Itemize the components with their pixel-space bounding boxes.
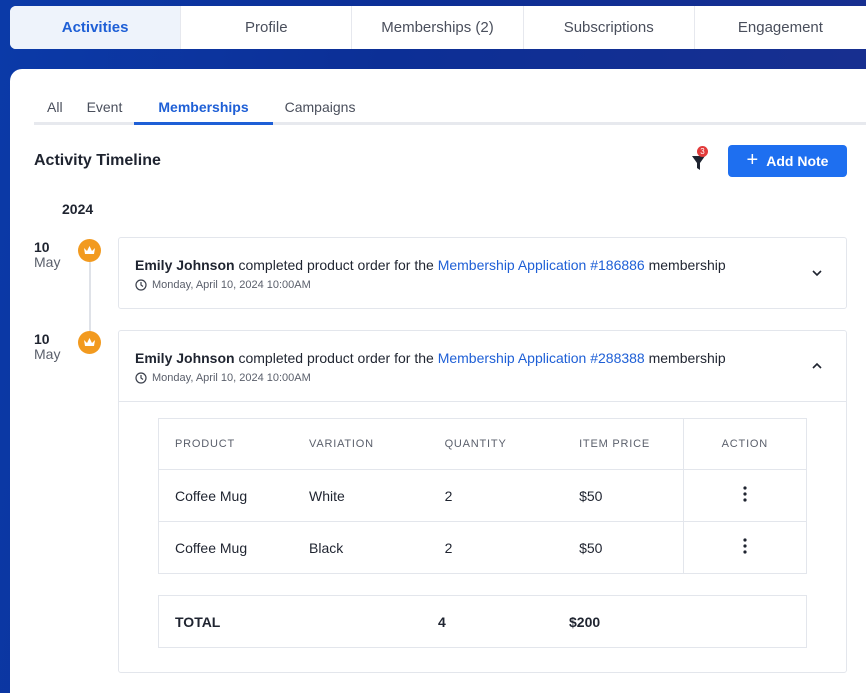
activity-description: Emily Johnson completed product order fo… [135,257,726,273]
plus-icon: + [746,149,759,171]
activity-timestamp: Monday, April 10, 2024 10:00AM [135,372,311,384]
column-header-quantity: QUANTITY [428,418,564,470]
total-price: $200 [569,614,601,630]
cell-action [682,521,807,574]
cell-quantity: 2 [444,539,453,556]
cell-variation: Black [309,539,344,556]
order-table: PRODUCT VARIATION QUANTITY ITEM PRICE AC… [158,418,807,574]
activity-action: completed product order for the [234,257,438,273]
tab-memberships[interactable]: Memberships (2) [352,6,524,49]
timeline-connector [89,262,91,334]
timestamp-text: Monday, April 10, 2024 10:00AM [152,279,311,291]
more-vertical-icon[interactable] [737,537,753,555]
activity-user: Emily Johnson [135,257,235,273]
table-header-row: PRODUCT VARIATION QUANTITY ITEM PRICE AC… [158,418,807,470]
order-total-row: TOTAL 4 $200 [158,595,807,648]
tab-activities[interactable]: Activities [10,6,182,49]
activity-item: Emily Johnson completed product order fo… [118,237,847,309]
subtab-all[interactable]: All [34,95,75,125]
activity-timestamp: Monday, April 10, 2024 10:00AM [135,279,311,291]
cell-price: $50 [579,539,603,556]
cell-variation: White [293,469,429,522]
activity-date: 10 May [34,240,60,270]
activity-item-expanded: Emily Johnson completed product order fo… [118,330,847,673]
clock-icon [135,372,147,384]
add-note-label: Add Note [766,153,829,169]
timestamp-text: Monday, April 10, 2024 10:00AM [152,372,311,384]
table-row: Coffee Mug White 2 $50 [158,469,807,522]
clock-icon [135,279,147,291]
column-header-item-price: ITEM PRICE [563,418,684,470]
activity-day: 10 [34,331,50,347]
subtab-campaigns[interactable]: Campaigns [273,95,368,125]
filter-count-badge: 3 [697,146,708,157]
add-note-button[interactable]: + Add Note [728,145,847,177]
column-header-action: ACTION [682,418,807,470]
timeline-title: Activity Timeline [34,152,161,169]
subtab-memberships[interactable]: Memberships [134,95,273,125]
filter-button[interactable]: 3 [686,146,710,173]
cell-action [682,469,807,522]
activity-month: May [34,254,61,270]
timeline-dot [78,239,101,262]
chevron-up-icon[interactable] [810,359,824,373]
column-header-variation: VARIATION [293,418,429,470]
activity-user: Emily Johnson [135,350,235,366]
activity-header[interactable]: Emily Johnson completed product order fo… [119,331,846,401]
column-header-product: PRODUCT [158,418,294,470]
order-details: PRODUCT VARIATION QUANTITY ITEM PRICE AC… [119,401,846,670]
crown-icon [84,338,95,346]
tab-profile[interactable]: Profile [181,6,353,49]
activity-suffix: membership [644,350,726,366]
activity-action: completed product order for the [234,350,438,366]
total-label: TOTAL [175,614,221,630]
cell-price: $50 [563,469,684,522]
activity-suffix: membership [644,257,726,273]
more-vertical-icon[interactable] [737,485,753,503]
cell-quantity: 2 [428,469,564,522]
membership-application-link[interactable]: Membership Application #288388 [438,350,645,366]
total-quantity: 4 [438,614,446,630]
activity-description: Emily Johnson completed product order fo… [135,350,726,366]
activity-card: All Event Memberships Campaigns Activity… [10,69,866,693]
table-row: Coffee Mug Black 2 $50 [159,521,807,574]
activity-day: 10 [34,239,50,255]
activity-date: 10 May [34,332,60,362]
sub-tab-bar: All Event Memberships Campaigns [34,95,866,125]
top-tab-bar: Activities Profile Memberships (2) Subsc… [10,6,866,49]
cell-product: Coffee Mug [158,469,294,522]
chevron-down-icon[interactable] [810,266,824,280]
crown-icon [84,246,95,254]
activity-header[interactable]: Emily Johnson completed product order fo… [119,238,846,308]
cell-product: Coffee Mug [175,539,248,556]
timeline-year: 2024 [62,201,94,217]
tab-engagement[interactable]: Engagement [695,6,866,49]
timeline-dot [78,331,101,354]
activity-month: May [34,346,61,362]
subtab-event[interactable]: Event [75,95,135,125]
tab-subscriptions[interactable]: Subscriptions [524,6,695,49]
membership-application-link[interactable]: Membership Application #186886 [438,257,645,273]
